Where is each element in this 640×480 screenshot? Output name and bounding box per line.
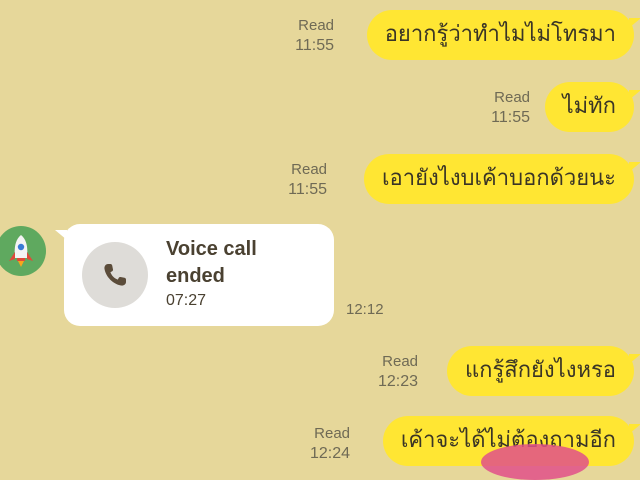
- outgoing-message-bubble[interactable]: เอายังไงบเค้าบอกด้วยนะ: [364, 154, 640, 204]
- call-status-title: Voice call ended: [166, 238, 257, 287]
- outgoing-message-bubble[interactable]: อยากรู้ว่าทำไมไม่โทรมา: [366, 10, 640, 60]
- read-receipt: Read: [382, 353, 418, 370]
- message-meta: Read 11:55: [274, 16, 334, 56]
- message-meta: Read 11:55: [267, 160, 327, 200]
- contact-avatar[interactable]: [0, 226, 46, 276]
- message-time: 11:55: [491, 109, 530, 126]
- sticker-image: [481, 444, 589, 480]
- read-receipt: Read: [298, 17, 334, 34]
- read-receipt: Read: [291, 161, 327, 178]
- outgoing-message-bubble[interactable]: ไม่ทัก: [544, 82, 640, 132]
- read-receipt: Read: [314, 425, 350, 442]
- message-meta: Read 12:24: [290, 424, 350, 464]
- call-duration: 07:27: [166, 292, 207, 309]
- rocket-icon: [9, 235, 33, 267]
- message-meta: Read 12:23: [358, 352, 418, 392]
- message-meta: Read 11:55: [470, 88, 530, 128]
- outgoing-message-bubble[interactable]: แกรู้สึกยังไงหรอ: [446, 346, 640, 396]
- voice-call-card[interactable]: Voice call ended 07:27: [55, 224, 334, 326]
- message-time: 11:55: [288, 181, 327, 198]
- message-time: 11:55: [295, 37, 334, 54]
- message-time: 12:24: [309, 445, 350, 462]
- call-icon-circle: [82, 242, 148, 308]
- phone-icon: [104, 264, 126, 286]
- message-time: 12:12: [346, 301, 384, 318]
- read-receipt: Read: [494, 89, 530, 106]
- message-time: 12:23: [377, 373, 418, 390]
